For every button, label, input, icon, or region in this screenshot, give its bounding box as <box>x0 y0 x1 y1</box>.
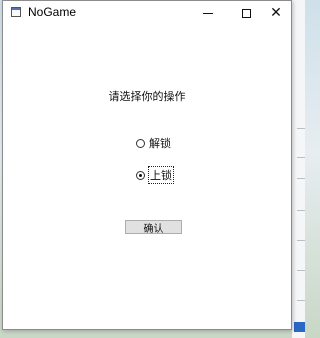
background-text-line <box>297 300 305 301</box>
background-taskbar-icon <box>294 322 305 332</box>
app-icon <box>11 7 21 17</box>
minimize-icon <box>203 12 213 14</box>
radio-unlock-circle[interactable] <box>136 138 145 148</box>
radio-lock[interactable]: 上锁 <box>136 166 174 184</box>
window-title: NoGame <box>28 5 77 19</box>
background-text-line <box>297 128 305 129</box>
app-window: NoGame ✕ 请选择你的操作 解锁 上锁 确认 <box>2 0 292 330</box>
maximize-icon <box>241 8 251 18</box>
maximize-button[interactable] <box>229 1 263 25</box>
background-app-strip <box>292 0 305 338</box>
radio-unlock[interactable]: 解锁 <box>136 135 171 151</box>
background-text-line <box>297 270 305 271</box>
background-text-line <box>297 240 305 241</box>
radio-unlock-label[interactable]: 解锁 <box>149 135 171 151</box>
close-icon: ✕ <box>270 5 282 21</box>
minimize-button[interactable] <box>191 1 225 25</box>
prompt-text: 请选择你的操作 <box>108 90 186 103</box>
background-text-line <box>297 157 305 158</box>
title-bar[interactable]: NoGame ✕ <box>3 1 291 25</box>
confirm-button[interactable]: 确认 <box>125 220 182 235</box>
background-text-line <box>297 178 305 179</box>
radio-lock-circle[interactable] <box>136 170 145 180</box>
radio-lock-label[interactable]: 上锁 <box>148 166 174 184</box>
close-button[interactable]: ✕ <box>259 1 293 25</box>
background-text-line <box>297 210 305 211</box>
